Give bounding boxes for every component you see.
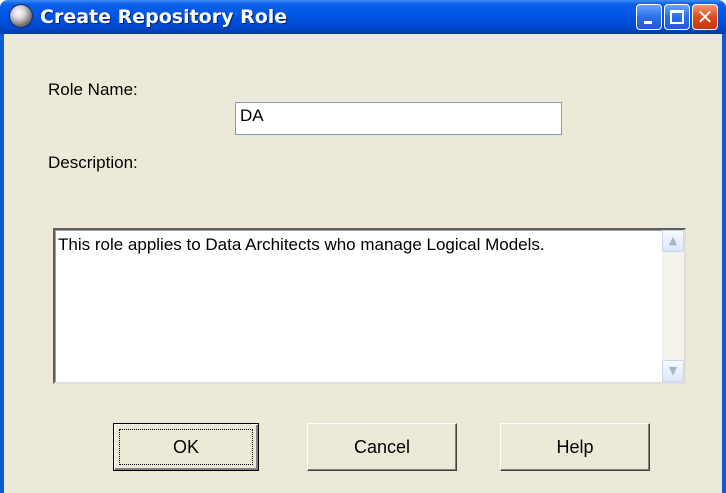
minimize-button[interactable] bbox=[636, 4, 662, 30]
dialog-window: Create Repository Role ✕ Role Name: DA D… bbox=[0, 0, 726, 493]
ok-button[interactable]: OK bbox=[113, 423, 259, 471]
vertical-scrollbar[interactable]: ▲ ▼ bbox=[662, 230, 684, 382]
scroll-up-button[interactable]: ▲ bbox=[662, 230, 684, 252]
cancel-button-label: Cancel bbox=[353, 437, 411, 457]
description-label: Description: bbox=[48, 153, 138, 172]
minimize-icon bbox=[644, 21, 652, 24]
close-icon: ✕ bbox=[696, 5, 714, 29]
cancel-button[interactable]: Cancel bbox=[307, 423, 457, 471]
role-name-label: Role Name: bbox=[48, 80, 138, 99]
maximize-icon bbox=[670, 10, 684, 24]
role-name-input[interactable]: DA bbox=[235, 102, 562, 135]
app-icon bbox=[10, 5, 32, 27]
title-bar[interactable]: Create Repository Role ✕ bbox=[0, 0, 726, 34]
scroll-down-button[interactable]: ▼ bbox=[662, 360, 684, 382]
ok-button-label: OK bbox=[172, 437, 199, 457]
help-button-label: Help bbox=[556, 437, 594, 457]
help-button[interactable]: Help bbox=[500, 423, 650, 471]
window-title: Create Repository Role bbox=[40, 6, 288, 28]
close-button[interactable]: ✕ bbox=[692, 4, 718, 30]
description-textarea[interactable]: This role applies to Data Architects who… bbox=[53, 228, 686, 384]
description-text: This role applies to Data Architects who… bbox=[58, 235, 545, 254]
maximize-button[interactable] bbox=[664, 4, 690, 30]
